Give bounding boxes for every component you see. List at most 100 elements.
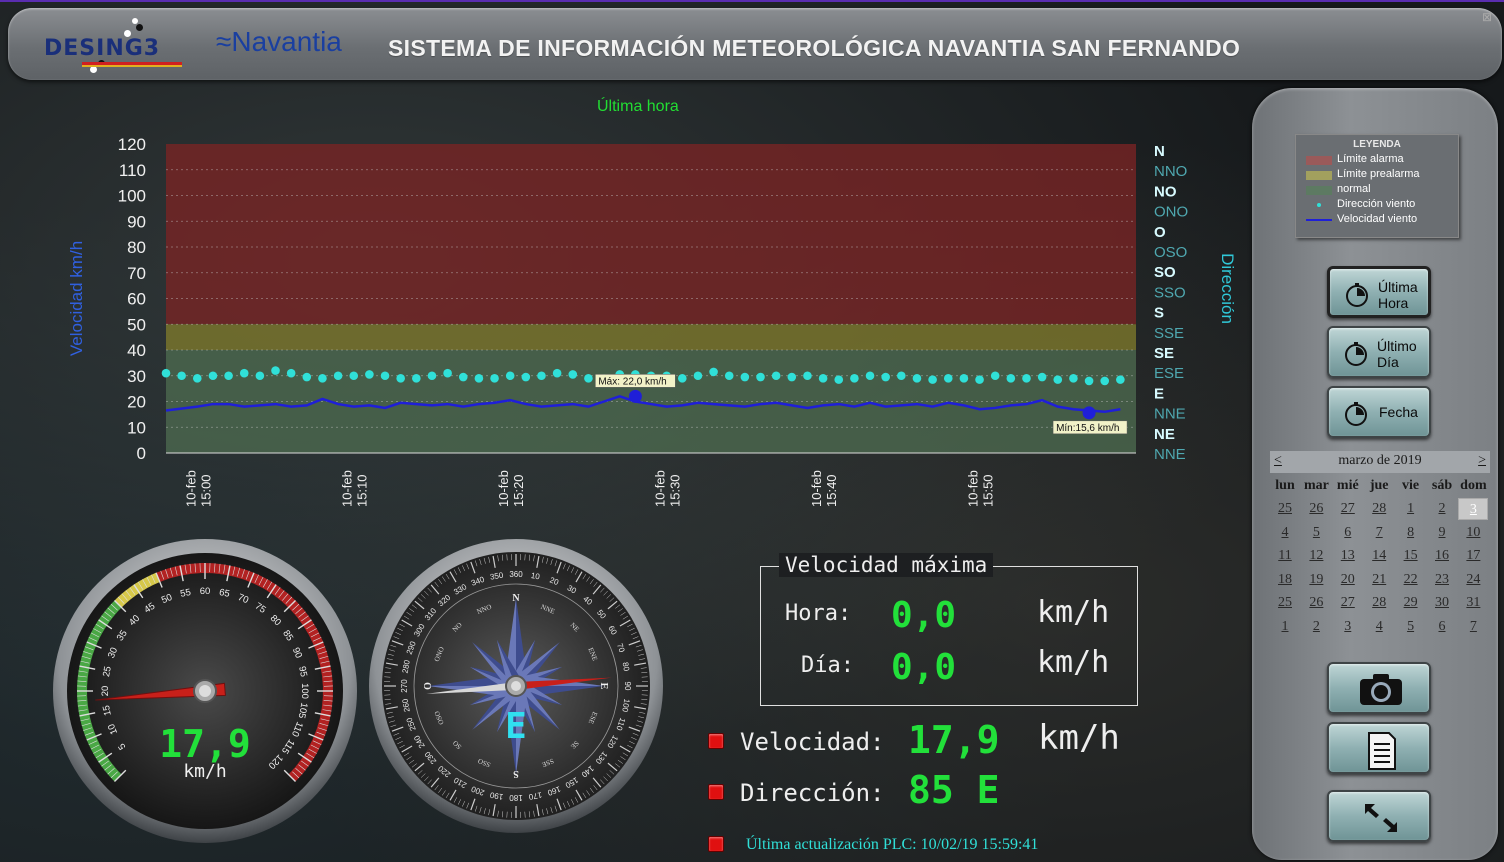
direction-point [912, 374, 922, 383]
close-icon[interactable]: ⊠ [1482, 10, 1492, 24]
annotation-label: Mín:15,6 km/h [1056, 423, 1119, 434]
calendar-day[interactable]: 27 [1333, 592, 1363, 614]
calendar-day[interactable]: 22 [1396, 569, 1426, 591]
last-day-button[interactable]: Último Día [1327, 326, 1431, 378]
calendar-day[interactable]: 8 [1396, 522, 1426, 544]
report-button[interactable] [1327, 722, 1431, 774]
calendar-day[interactable]: 24 [1458, 569, 1488, 591]
gauge-tick-label: 15 [101, 704, 114, 717]
calendar-day[interactable]: 12 [1301, 545, 1331, 567]
direction-point [584, 374, 593, 383]
max-speed-box: Velocidad máxima Hora: 0,0 km/h Día: 0,0… [760, 553, 1138, 706]
calendar-day[interactable]: 26 [1301, 592, 1331, 614]
calendar-day[interactable]: 1 [1396, 498, 1426, 520]
wind-chart: 0 10 20 30 40 50 60 70 80 90 100 110 120 Velocidad km… [67, 135, 1237, 507]
calendar-day[interactable]: 10 [1458, 522, 1488, 544]
calendar-day[interactable]: 7 [1364, 522, 1394, 544]
x-tick-label: 10-feb 15:30 [653, 470, 683, 507]
calendar-day[interactable]: 4 [1270, 522, 1300, 544]
x-tick-time: 15:50 [981, 474, 996, 507]
direction-point [990, 371, 1000, 381]
direction-point [412, 374, 421, 383]
y-tick-label: 10 [127, 418, 146, 437]
calendar-weekday: mié [1336, 478, 1359, 493]
calendar-day[interactable]: 13 [1333, 545, 1363, 567]
direction-point [192, 374, 202, 383]
calendar-day[interactable]: 25 [1270, 498, 1300, 520]
calendar-header: < marzo de 2019 > [1270, 451, 1490, 473]
page-title: SISTEMA DE INFORMACIÓN METEOROLÓGICA NAV… [388, 35, 1241, 61]
calendar-next-link[interactable]: > [1478, 453, 1486, 469]
direction-point [740, 372, 750, 382]
compass-degree-label: 180 [509, 793, 523, 802]
direction-point [427, 371, 437, 381]
gauge-tick-label: 65 [218, 587, 231, 600]
calendar-day[interactable]: 26 [1301, 498, 1331, 520]
direction-tick-label: NNE [1154, 446, 1186, 463]
calendar-day[interactable]: 19 [1301, 569, 1331, 591]
calendar-day[interactable]: 21 [1364, 569, 1394, 591]
band-1 [166, 324, 1136, 350]
calendar-day[interactable]: 23 [1427, 569, 1457, 591]
date-button[interactable]: Fecha [1327, 386, 1431, 438]
calendar-day[interactable]: 6 [1333, 522, 1363, 544]
legend-swatch [1306, 201, 1332, 210]
legend-swatch [1306, 171, 1332, 180]
direction-point [239, 368, 249, 378]
calendar-day[interactable]: 28 [1364, 498, 1394, 520]
calendar-day[interactable]: 5 [1301, 522, 1331, 544]
calendar-day[interactable]: 4 [1364, 616, 1394, 638]
fullscreen-button[interactable] [1327, 790, 1431, 842]
calendar-day[interactable]: 3 [1333, 616, 1363, 638]
direction-point [521, 372, 531, 382]
calendar-day[interactable]: 5 [1396, 616, 1426, 638]
calendar-day[interactable]: 6 [1427, 616, 1457, 638]
direction-tick-label: ESE [1154, 365, 1184, 382]
calendar-day[interactable]: 27 [1333, 498, 1363, 520]
calendar-day[interactable]: 17 [1458, 545, 1488, 567]
direction-point [380, 371, 390, 381]
legend-item: normal [1306, 183, 1456, 197]
expand-icon [1359, 800, 1403, 841]
calendar-day[interactable]: 25 [1270, 592, 1300, 614]
calendar-day[interactable]: 29 [1396, 592, 1426, 614]
calendar-day[interactable]: 14 [1364, 545, 1394, 567]
y2-axis-label: Dirección [1218, 253, 1237, 324]
direction-point [271, 366, 280, 375]
calendar-day[interactable]: 11 [1270, 545, 1300, 567]
compass-point-label: O [423, 682, 434, 690]
speed-unit: km/h [1038, 718, 1120, 758]
calendar-day[interactable]: 31 [1458, 592, 1488, 614]
calendar-day[interactable]: 30 [1427, 592, 1457, 614]
last-hour-button[interactable]: Última Hora [1327, 266, 1431, 318]
calendar-day[interactable]: 2 [1427, 498, 1457, 520]
compass-degree-label: 90 [623, 682, 632, 691]
screenshot-button[interactable] [1327, 662, 1431, 714]
direction-point [1084, 376, 1094, 386]
calendar-day[interactable]: 16 [1427, 545, 1457, 567]
direction-tick-label: S [1154, 305, 1164, 322]
x-tick-label: 10-feb 15:40 [809, 470, 839, 507]
x-tick-date: 10-feb [496, 470, 511, 507]
direction-tick-label: SSO [1154, 284, 1186, 301]
calendar-day[interactable]: 9 [1427, 522, 1457, 544]
calendar-day[interactable]: 15 [1396, 545, 1426, 567]
calendar-day[interactable]: 28 [1364, 592, 1394, 614]
calendar-day[interactable]: 3 [1458, 498, 1489, 520]
direction-point [552, 368, 562, 378]
y-tick-label: 70 [127, 264, 146, 283]
direction-point [897, 371, 906, 381]
direction-point [286, 368, 296, 378]
calendar-weekday: sáb [1431, 478, 1453, 493]
calendar-day[interactable]: 2 [1301, 616, 1331, 638]
direction-point [333, 371, 343, 381]
direction-point [255, 371, 265, 381]
calendar-day[interactable]: 7 [1458, 616, 1488, 638]
direction-tick-label: NNE [1154, 406, 1186, 423]
calendar-day[interactable]: 20 [1333, 569, 1363, 591]
direction-point [724, 371, 734, 381]
x-tick-time: 15:20 [511, 474, 526, 507]
calendar-day[interactable]: 18 [1270, 569, 1300, 591]
x-tick-label: 10-feb 15:00 [183, 470, 213, 507]
calendar-day[interactable]: 1 [1270, 616, 1300, 638]
